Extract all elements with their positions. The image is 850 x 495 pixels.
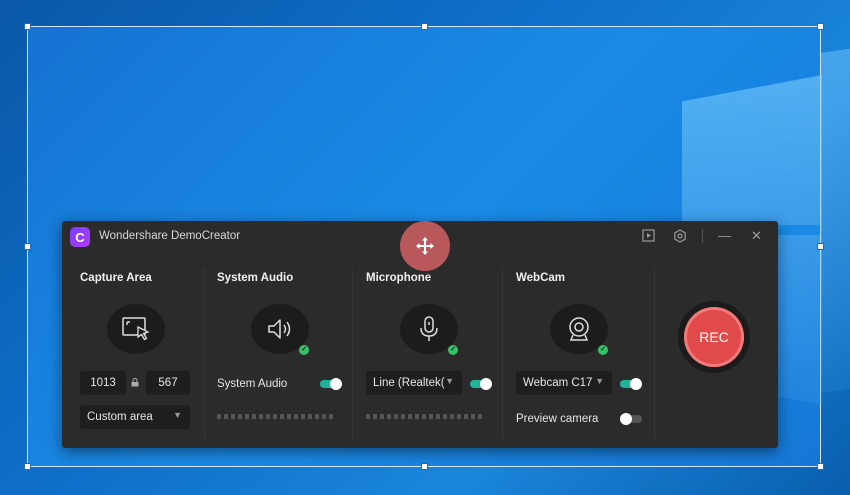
microphone-toggle[interactable] bbox=[470, 378, 492, 390]
capture-area-button[interactable] bbox=[107, 304, 165, 354]
system-audio-level-meter bbox=[217, 414, 333, 419]
check-icon: ✓ bbox=[598, 345, 608, 355]
app-logo: C bbox=[70, 227, 90, 247]
check-icon: ✓ bbox=[448, 345, 458, 355]
resize-handle-bottom-right[interactable] bbox=[817, 463, 824, 470]
system-audio-toggle[interactable] bbox=[320, 378, 342, 390]
resize-handle-top-left[interactable] bbox=[24, 23, 31, 30]
webcam-device-value: Webcam C17 bbox=[523, 377, 593, 389]
preview-camera-label: Preview camera bbox=[516, 413, 599, 425]
webcam-device-dropdown[interactable]: Webcam C17 ▼ bbox=[516, 371, 612, 395]
chevron-down-icon: ▼ bbox=[173, 410, 182, 420]
system-audio-title: System Audio bbox=[217, 272, 294, 284]
record-button-label: REC bbox=[684, 307, 744, 367]
titlebar-separator bbox=[702, 229, 703, 243]
speaker-icon bbox=[268, 319, 291, 339]
resize-handle-top-right[interactable] bbox=[817, 23, 824, 30]
microphone-device-dropdown[interactable]: Line (Realtek( ▼ bbox=[366, 371, 462, 395]
chevron-down-icon: ▼ bbox=[595, 376, 604, 386]
section-divider bbox=[204, 269, 205, 439]
close-button[interactable]: ✕ bbox=[751, 229, 762, 243]
microphone-device-value: Line (Realtek( bbox=[373, 377, 445, 389]
capture-height-input[interactable]: 567 bbox=[146, 371, 190, 395]
section-divider bbox=[352, 269, 353, 439]
aspect-lock-icon[interactable] bbox=[131, 378, 139, 389]
system-audio-label: System Audio bbox=[217, 378, 288, 390]
record-button[interactable]: REC bbox=[678, 301, 750, 373]
minimize-button[interactable]: — bbox=[718, 229, 731, 243]
screen-select-icon bbox=[122, 317, 150, 341]
microphone-level-meter bbox=[366, 414, 482, 419]
resize-handle-bottom-left[interactable] bbox=[24, 463, 31, 470]
webcam-title: WebCam bbox=[516, 272, 565, 284]
microphone-icon bbox=[420, 316, 438, 341]
hexagon-gear-icon[interactable] bbox=[673, 229, 687, 246]
move-arrows-icon bbox=[416, 237, 434, 255]
capture-area-title: Capture Area bbox=[80, 272, 152, 284]
app-title: Wondershare DemoCreator bbox=[99, 230, 241, 242]
move-handle[interactable] bbox=[400, 221, 450, 271]
webcam-icon bbox=[569, 317, 589, 341]
resize-handle-bottom[interactable] bbox=[421, 463, 428, 470]
capture-width-input[interactable]: 1013 bbox=[80, 371, 126, 395]
section-divider bbox=[502, 269, 503, 439]
capture-mode-dropdown[interactable]: Custom area ▼ bbox=[80, 405, 190, 429]
capture-mode-value: Custom area bbox=[87, 411, 153, 423]
resize-handle-left[interactable] bbox=[24, 243, 31, 250]
recorder-panel: C Wondershare DemoCreator — ✕ Capture Ar… bbox=[62, 221, 778, 448]
microphone-title: Microphone bbox=[366, 272, 432, 284]
check-icon: ✓ bbox=[299, 345, 309, 355]
resize-handle-top[interactable] bbox=[421, 23, 428, 30]
chevron-down-icon: ▼ bbox=[445, 376, 454, 386]
webcam-toggle[interactable] bbox=[620, 378, 642, 390]
resize-handle-right[interactable] bbox=[817, 243, 824, 250]
play-box-icon[interactable] bbox=[642, 229, 655, 245]
preview-camera-toggle[interactable] bbox=[620, 413, 642, 425]
section-divider bbox=[654, 269, 655, 439]
